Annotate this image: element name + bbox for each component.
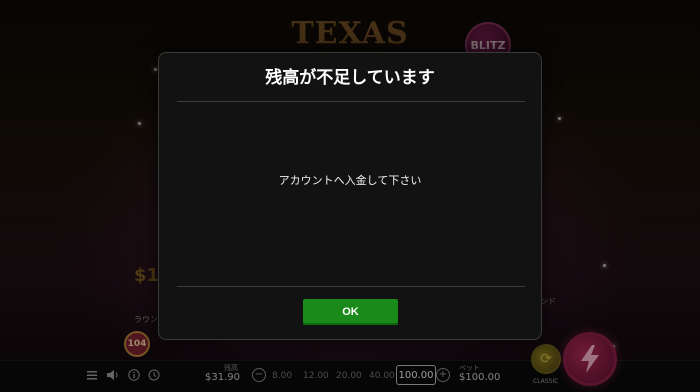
insufficient-balance-dialog: 残高が不足しています アカウントへ入金して下さい OK [158,52,542,340]
divider [177,286,525,287]
dialog-title: 残高が不足しています [265,68,435,88]
ok-button[interactable]: OK [303,299,398,325]
divider [177,101,525,102]
dialog-message: アカウントへ入金して下さい [278,174,422,187]
